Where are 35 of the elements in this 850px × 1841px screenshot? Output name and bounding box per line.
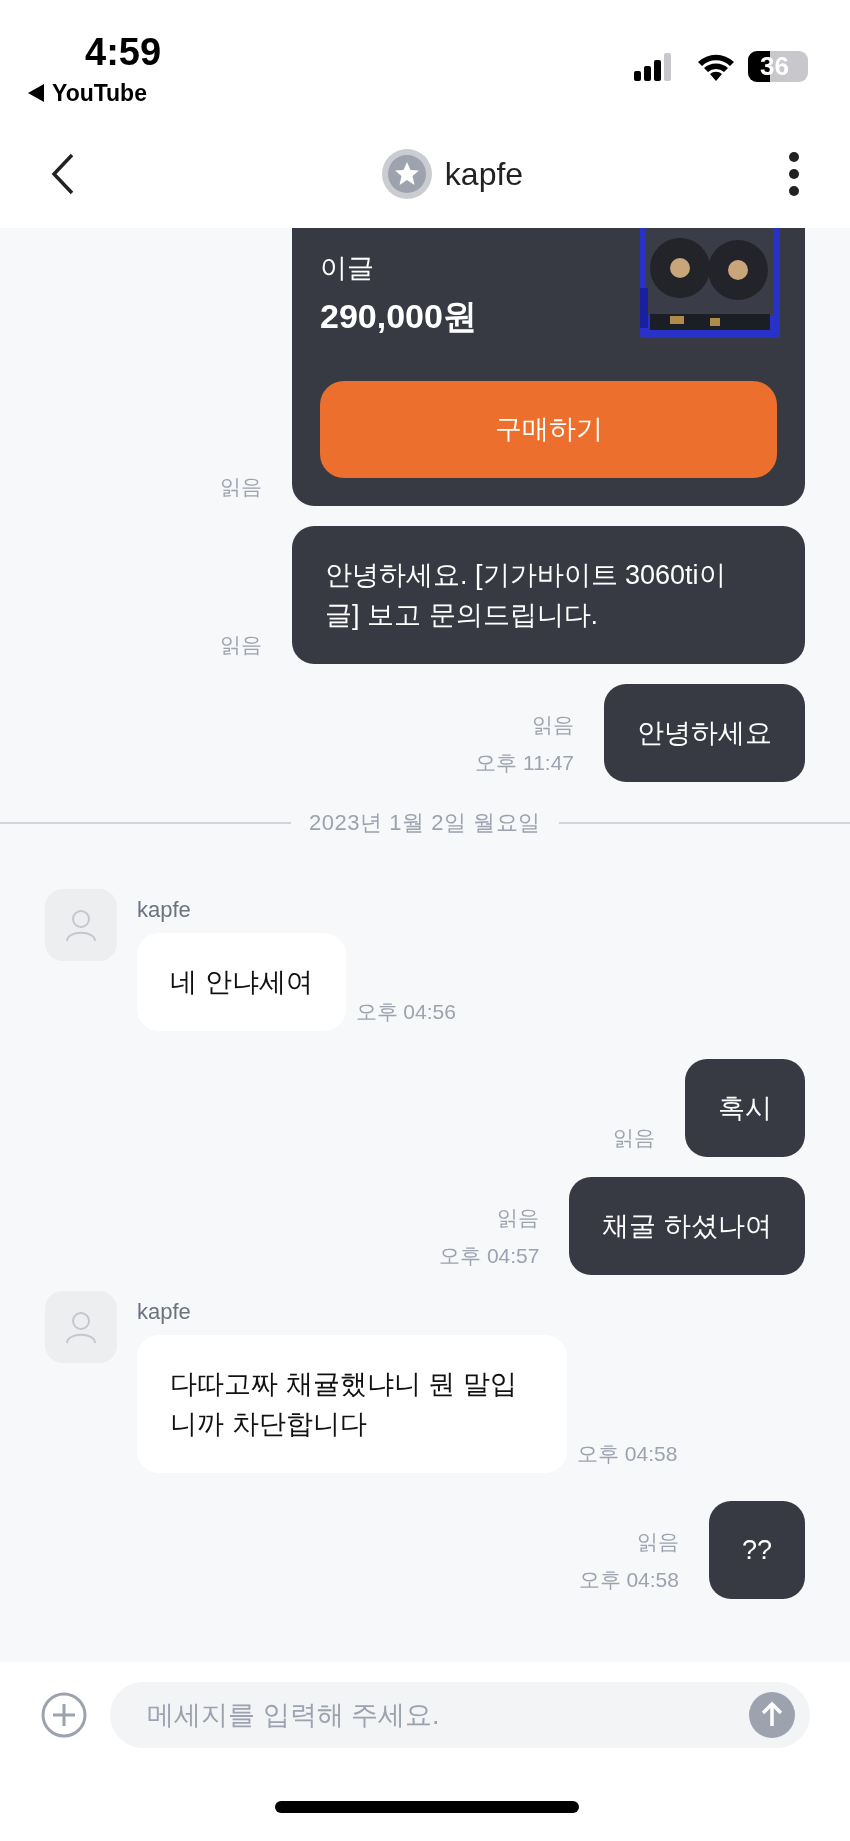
date-divider: 2023년 1월 2일 월요일: [309, 809, 541, 837]
message-bubble: 혹시: [685, 1059, 805, 1157]
message-time: 오후 04:58: [578, 1567, 679, 1593]
star-avatar-icon: [380, 148, 433, 200]
sender-name: kapfe: [137, 896, 192, 924]
message-bubble: 채굴 하셨나여: [569, 1177, 805, 1275]
message-bubble: 안녕하세요: [604, 684, 805, 782]
sender-name: kapfe: [137, 1298, 192, 1326]
read-receipt: 읽음: [636, 1529, 679, 1555]
message-bubble: 다따고짜 채귤했냐니 뭔 말입니까 차단합니다: [137, 1335, 567, 1473]
back-app-link[interactable]: YouTube: [52, 76, 147, 111]
message-time: 오후 04:57: [439, 1243, 540, 1269]
product-title: 이글: [320, 252, 375, 285]
wifi-icon: [696, 52, 736, 82]
message-time: 오후 04:56: [355, 999, 456, 1025]
read-receipt: 읽음: [220, 474, 262, 500]
message-time: 오후 04:58: [577, 1441, 678, 1467]
back-triangle-icon[interactable]: [28, 84, 44, 103]
person-icon: [64, 908, 98, 942]
status-time: 4:59: [85, 30, 162, 75]
message-time: 오후 11:47: [475, 750, 574, 776]
person-icon: [64, 1310, 98, 1344]
message-bubble: 안녕하세요. [기가바이트 3060ti이글] 보고 문의드립니다.: [292, 526, 805, 664]
more-icon[interactable]: [788, 152, 800, 196]
message-bubble: ??: [708, 1501, 805, 1599]
read-receipt: 읽음: [532, 712, 574, 738]
read-receipt: 읽음: [497, 1205, 540, 1231]
back-icon[interactable]: [50, 153, 76, 195]
signal-icon: [634, 53, 674, 81]
chat-title: kapfe: [444, 155, 524, 194]
message-bubble: 네 안냐세여: [137, 933, 346, 1031]
product-price: 290,000원: [320, 296, 477, 337]
message-input[interactable]: 메세지를 입력해 주세요.: [110, 1682, 810, 1748]
read-receipt: 읽음: [220, 632, 262, 658]
read-receipt: 읽음: [613, 1125, 655, 1151]
